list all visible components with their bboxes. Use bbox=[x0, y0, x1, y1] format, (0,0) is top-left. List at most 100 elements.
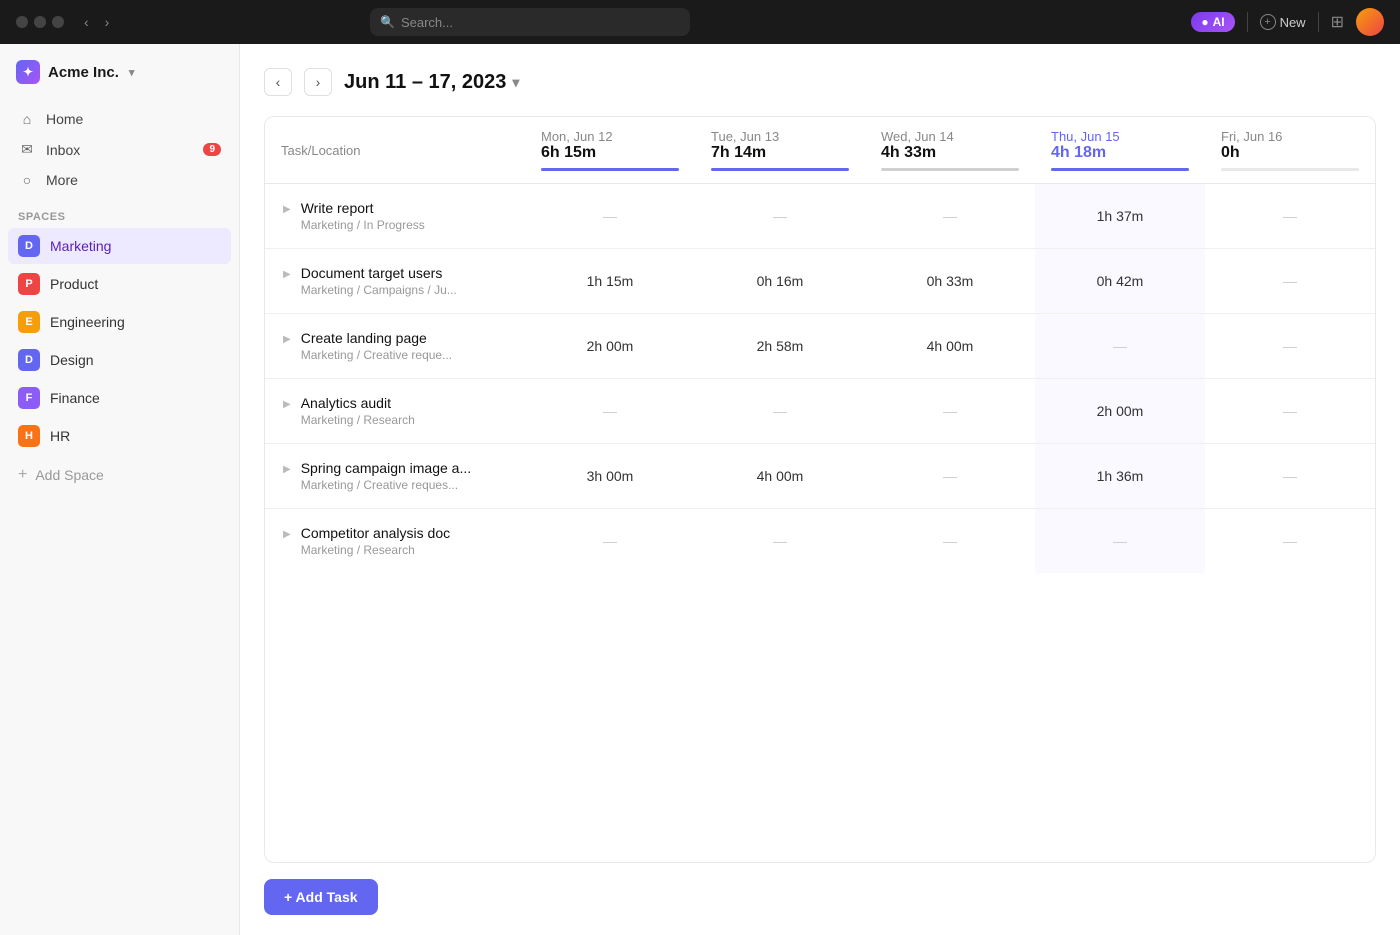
next-week-button[interactable]: › bbox=[304, 68, 332, 96]
mon-underline bbox=[541, 168, 679, 171]
search-bar[interactable]: 🔍 Search... bbox=[370, 8, 690, 36]
fri-underline bbox=[1221, 168, 1359, 171]
nav-more-label: More bbox=[46, 172, 78, 188]
time-wed: — bbox=[865, 379, 1035, 444]
workspace-chevron: ▾ bbox=[129, 66, 135, 79]
prev-week-button[interactable]: ‹ bbox=[264, 68, 292, 96]
sidebar-item-product[interactable]: P Product bbox=[8, 266, 231, 302]
task-path: Marketing / Research bbox=[301, 413, 415, 427]
avatar[interactable] bbox=[1356, 8, 1384, 36]
time-thu: 2h 00m bbox=[1035, 379, 1205, 444]
table-header-row: Task/Location Mon, Jun 12 6h 15m Tue, Ju… bbox=[265, 117, 1375, 184]
engineering-label: Engineering bbox=[50, 314, 125, 330]
finance-icon: F bbox=[18, 387, 40, 409]
date-range-text: Jun 11 – 17, 2023 bbox=[344, 71, 506, 94]
topbar: ‹ › 🔍 Search... ● AI + New ⊞ bbox=[0, 0, 1400, 44]
time-wed: 0h 33m bbox=[865, 249, 1035, 314]
ai-badge[interactable]: ● AI bbox=[1191, 12, 1234, 32]
time-wed: — bbox=[865, 444, 1035, 509]
sidebar-item-design[interactable]: D Design bbox=[8, 342, 231, 378]
sidebar-item-engineering[interactable]: E Engineering bbox=[8, 304, 231, 340]
window-controls bbox=[16, 16, 64, 28]
back-button[interactable]: ‹ bbox=[80, 12, 93, 32]
expand-icon[interactable]: ▶ bbox=[281, 462, 293, 477]
sidebar-item-inbox[interactable]: ✉ Inbox 9 bbox=[8, 134, 231, 165]
table-row: ▶ Create landing page Marketing / Creati… bbox=[265, 314, 1375, 379]
ai-label: AI bbox=[1213, 15, 1225, 29]
task-cell: ▶ Analytics audit Marketing / Research bbox=[265, 379, 525, 444]
col-mon-header: Mon, Jun 12 6h 15m bbox=[525, 117, 695, 184]
sidebar-item-more[interactable]: ○ More bbox=[8, 165, 231, 195]
minimize-dot[interactable] bbox=[34, 16, 46, 28]
nav-home-label: Home bbox=[46, 111, 83, 127]
time-tue: — bbox=[695, 379, 865, 444]
task-cell: ▶ Create landing page Marketing / Creati… bbox=[265, 314, 525, 379]
task-cell: ▶ Spring campaign image a... Marketing /… bbox=[265, 444, 525, 509]
workspace-logo[interactable]: ✦ Acme Inc. ▾ bbox=[0, 44, 239, 100]
inbox-badge: 9 bbox=[203, 143, 221, 156]
add-task-section: + Add Task bbox=[264, 863, 1376, 935]
more-icon: ○ bbox=[18, 172, 36, 188]
task-path: Marketing / Creative reques... bbox=[301, 478, 471, 492]
new-button-label: New bbox=[1280, 15, 1306, 30]
time-tue: 0h 16m bbox=[695, 249, 865, 314]
home-icon: ⌂ bbox=[18, 111, 36, 127]
sidebar-item-finance[interactable]: F Finance bbox=[8, 380, 231, 416]
table-row: ▶ Document target users Marketing / Camp… bbox=[265, 249, 1375, 314]
app-grid-icon[interactable]: ⊞ bbox=[1331, 12, 1344, 32]
expand-icon[interactable]: ▶ bbox=[281, 527, 293, 542]
task-cell: ▶ Document target users Marketing / Camp… bbox=[265, 249, 525, 314]
expand-icon[interactable]: ▶ bbox=[281, 397, 293, 412]
content-area: ‹ › Jun 11 – 17, 2023 ▾ Task/Location Mo… bbox=[240, 44, 1400, 935]
col-wed-header: Wed, Jun 14 4h 33m bbox=[865, 117, 1035, 184]
close-dot[interactable] bbox=[16, 16, 28, 28]
new-button[interactable]: + New bbox=[1260, 14, 1306, 30]
col-task-header: Task/Location bbox=[265, 117, 525, 184]
time-mon: 2h 00m bbox=[525, 314, 695, 379]
topbar-divider2 bbox=[1318, 12, 1319, 32]
nav-inbox-label: Inbox bbox=[46, 142, 80, 158]
product-label: Product bbox=[50, 276, 98, 292]
engineering-icon: E bbox=[18, 311, 40, 333]
date-header: ‹ › Jun 11 – 17, 2023 ▾ bbox=[264, 68, 1376, 96]
new-button-icon: + bbox=[1260, 14, 1276, 30]
expand-icon[interactable]: ▶ bbox=[281, 332, 293, 347]
add-task-button[interactable]: + Add Task bbox=[264, 879, 378, 915]
time-thu: — bbox=[1035, 314, 1205, 379]
time-mon: 3h 00m bbox=[525, 444, 695, 509]
task-path: Marketing / Creative reque... bbox=[301, 348, 452, 362]
task-name: Write report bbox=[301, 200, 425, 216]
expand-icon[interactable]: ▶ bbox=[281, 202, 293, 217]
add-space-plus-icon: + bbox=[18, 466, 27, 484]
time-wed: 4h 00m bbox=[865, 314, 1035, 379]
time-tue: — bbox=[695, 184, 865, 249]
time-fri: — bbox=[1205, 444, 1375, 509]
design-icon: D bbox=[18, 349, 40, 371]
add-space-button[interactable]: + Add Space bbox=[0, 459, 239, 491]
time-tue: 2h 58m bbox=[695, 314, 865, 379]
time-fri: — bbox=[1205, 249, 1375, 314]
col-thu-header: Thu, Jun 15 4h 18m bbox=[1035, 117, 1205, 184]
date-range-chevron-icon: ▾ bbox=[512, 74, 519, 91]
design-label: Design bbox=[50, 352, 94, 368]
time-mon: 1h 15m bbox=[525, 249, 695, 314]
expand-icon[interactable]: ▶ bbox=[281, 267, 293, 282]
date-range[interactable]: Jun 11 – 17, 2023 ▾ bbox=[344, 71, 519, 94]
marketing-label: Marketing bbox=[50, 238, 111, 254]
task-path: Marketing / Campaigns / Ju... bbox=[301, 283, 457, 297]
spaces-section-label: Spaces bbox=[0, 199, 239, 227]
add-space-label: Add Space bbox=[35, 467, 104, 483]
time-mon: — bbox=[525, 379, 695, 444]
inbox-icon: ✉ bbox=[18, 141, 36, 158]
forward-button[interactable]: › bbox=[101, 12, 114, 32]
task-name: Create landing page bbox=[301, 330, 452, 346]
maximize-dot[interactable] bbox=[52, 16, 64, 28]
sidebar-item-home[interactable]: ⌂ Home bbox=[8, 104, 231, 134]
task-path: Marketing / In Progress bbox=[301, 218, 425, 232]
time-fri: — bbox=[1205, 509, 1375, 574]
task-cell: ▶ Competitor analysis doc Marketing / Re… bbox=[265, 509, 525, 574]
hr-icon: H bbox=[18, 425, 40, 447]
sidebar-item-marketing[interactable]: D Marketing bbox=[8, 228, 231, 264]
sidebar-item-hr[interactable]: H HR bbox=[8, 418, 231, 454]
topbar-right: ● AI + New ⊞ bbox=[1191, 8, 1384, 36]
